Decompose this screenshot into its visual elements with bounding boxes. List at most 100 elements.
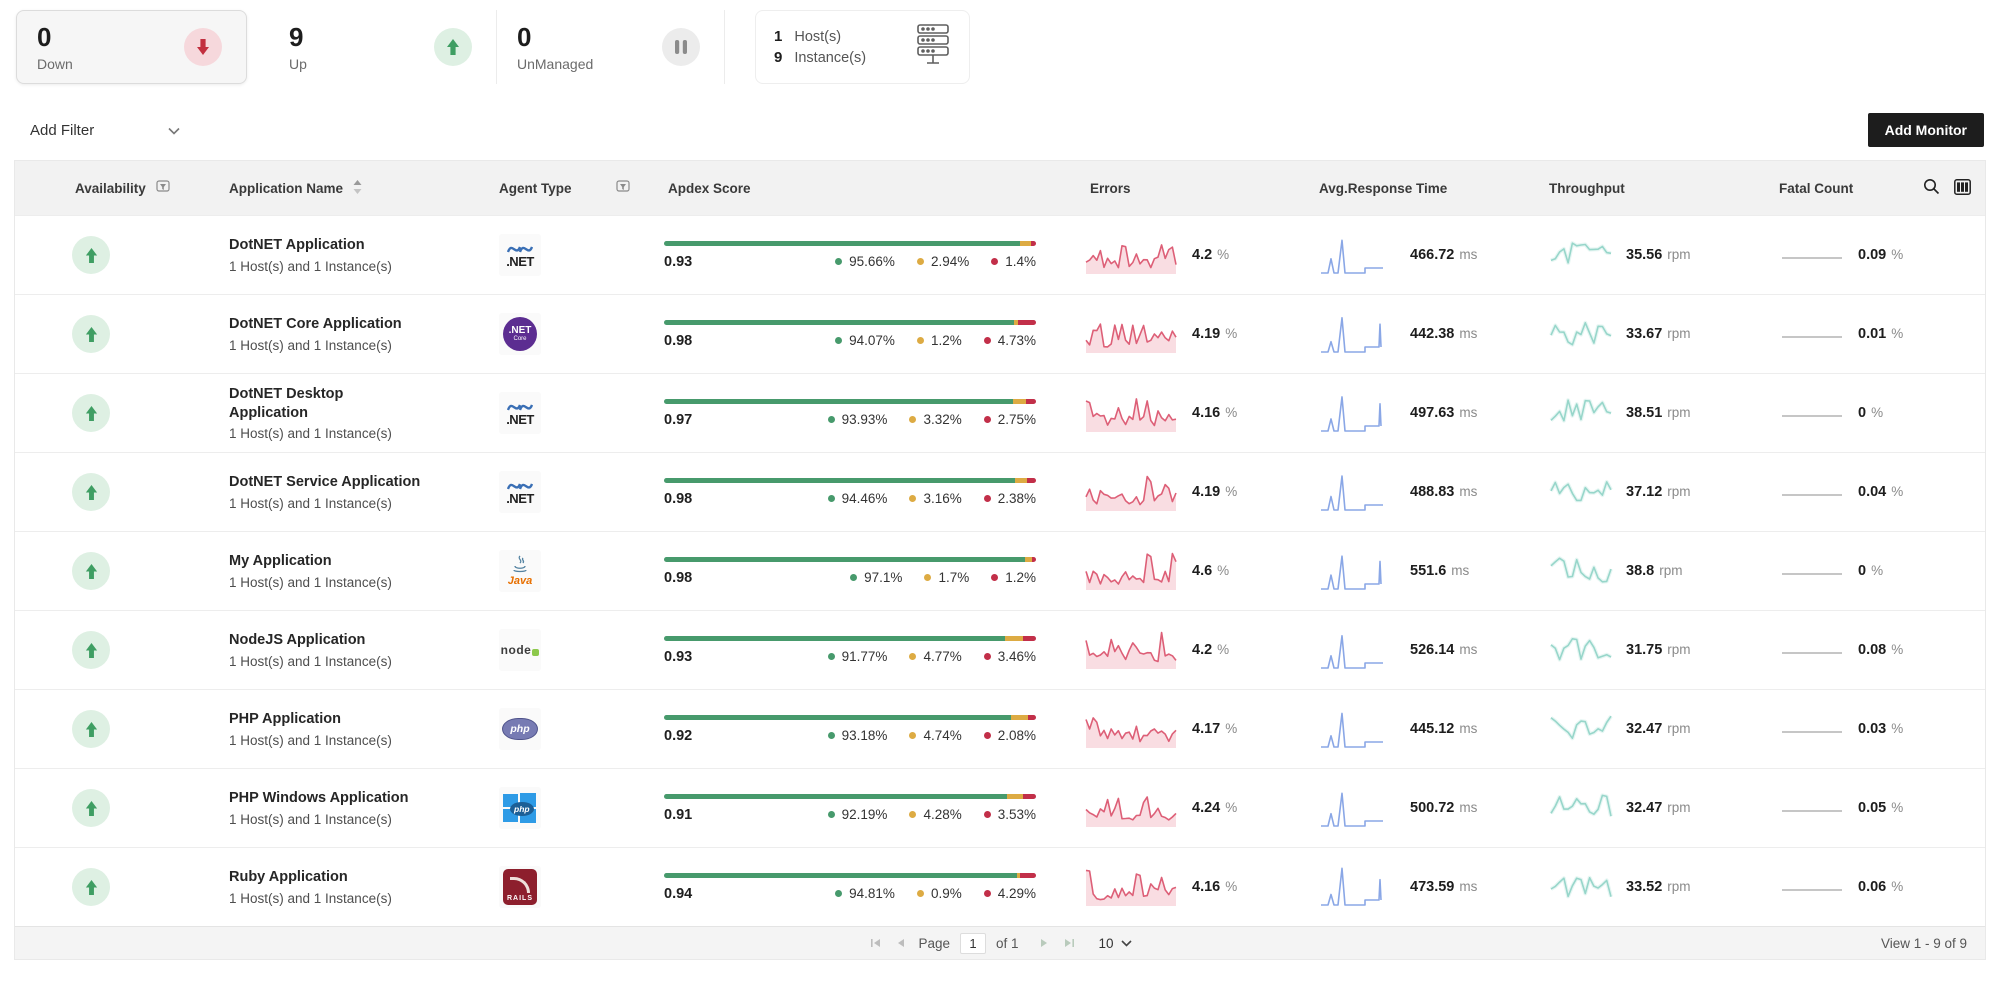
table-row[interactable]: NodeJS Application 1 Host(s) and 1 Insta… <box>15 610 1985 689</box>
page-size-select[interactable]: 10 <box>1099 936 1132 951</box>
application-name[interactable]: Ruby Application <box>229 868 499 886</box>
card-up[interactable]: 9 Up <box>269 10 497 84</box>
filter-icon[interactable] <box>156 179 170 197</box>
application-name[interactable]: PHP Windows Application <box>229 789 499 807</box>
apdex-score: 0.93 <box>664 648 693 665</box>
apdex-satisfied-segment <box>664 635 1006 641</box>
application-name[interactable]: PHP Application <box>229 710 499 728</box>
frustrated-dot-icon <box>983 653 991 660</box>
table-row[interactable]: PHP Windows Application 1 Host(s) and 1 … <box>15 768 1985 847</box>
last-page-button[interactable] <box>1061 936 1077 950</box>
tolerating-dot-icon <box>909 416 917 423</box>
response-sparkline <box>1321 396 1382 432</box>
page-number-input[interactable] <box>959 932 986 954</box>
col-apdex-score[interactable]: Apdex Score <box>664 181 1084 196</box>
add-monitor-button[interactable]: Add Monitor <box>1867 113 1984 147</box>
fatal-sparkline <box>1782 336 1842 338</box>
apdex-bar <box>664 872 1036 878</box>
errors-unit: % <box>1225 326 1238 341</box>
application-name[interactable]: NodeJS Application <box>229 631 499 649</box>
table-row[interactable]: DotNET Desktop Application 1 Host(s) and … <box>15 373 1985 452</box>
errors-cell: 4.16% <box>1084 864 1319 910</box>
table-row[interactable]: Ruby Application 1 Host(s) and 1 Instanc… <box>15 847 1985 926</box>
apdex-satisfied-legend: 97.1% <box>850 570 902 585</box>
response-value: 445.12 <box>1410 721 1455 737</box>
apdex-bar <box>664 319 1036 325</box>
availability-up-icon <box>72 236 110 274</box>
fatal-cell: 0% <box>1779 548 1919 594</box>
apdex-score: 0.91 <box>664 806 693 823</box>
frustrated-dot-icon <box>983 416 991 423</box>
frustrated-value: 4.73% <box>997 333 1036 348</box>
errors-cell: 4.19% <box>1084 469 1319 515</box>
card-unmanaged[interactable]: 0 UnManaged <box>497 10 725 84</box>
throughput-sparkline <box>1549 398 1612 423</box>
application-name[interactable]: DotNET Application <box>229 236 499 254</box>
apdex-satisfied-segment <box>664 477 1016 483</box>
response-cell: 526.14 ms <box>1319 625 1549 675</box>
hosts-row: 1 Host(s) <box>774 28 866 45</box>
table-row[interactable]: DotNET Core Application 1 Host(s) and 1 … <box>15 294 1985 373</box>
instances-row: 9 Instance(s) <box>774 49 866 66</box>
fatal-value: 0 <box>1858 405 1867 421</box>
col-availability[interactable]: Availability <box>15 179 229 197</box>
fatal-value: 0.05 <box>1858 800 1887 816</box>
errors-cell: 4.17% <box>1084 706 1319 752</box>
add-filter-dropdown[interactable]: Add Filter <box>30 122 180 139</box>
col-avg-response-time[interactable]: Avg.Response Time <box>1319 181 1549 196</box>
satisfied-dot-icon <box>827 732 835 739</box>
next-page-button[interactable] <box>1037 936 1051 950</box>
tolerating-value: 2.94% <box>930 254 970 269</box>
response-cell: 497.63 ms <box>1319 388 1549 438</box>
fatal-unit: % <box>1891 247 1904 262</box>
card-down[interactable]: 0 Down <box>16 10 247 84</box>
monitors-table: Availability Application Name Agent Type… <box>14 160 1986 960</box>
filter-icon[interactable] <box>616 179 630 197</box>
response-value: 466.72 <box>1410 247 1455 263</box>
apdex-bar <box>664 556 1036 562</box>
apdex-frustrated-segment <box>1030 240 1036 246</box>
availability-up-icon <box>72 552 110 590</box>
col-agent-type[interactable]: Agent Type <box>499 179 664 197</box>
col-errors[interactable]: Errors <box>1084 181 1319 196</box>
apdex-frustrated-legend: 2.75% <box>983 412 1036 427</box>
fatal-unit: % <box>1891 326 1904 341</box>
tolerating-dot-icon <box>909 653 917 660</box>
tolerating-value: 1.2% <box>930 333 962 348</box>
application-name[interactable]: DotNET Service Application <box>229 473 499 491</box>
errors-unit: % <box>1217 247 1230 262</box>
apdex-satisfied-segment <box>664 398 1014 404</box>
table-row[interactable]: DotNET Service Application 1 Host(s) and… <box>15 452 1985 531</box>
table-row[interactable]: My Application 1 Host(s) and 1 Instance(… <box>15 531 1985 610</box>
errors-value: 4.19 <box>1192 484 1221 500</box>
card-hosts[interactable]: 1 Host(s) 9 Instance(s) <box>755 10 970 84</box>
application-name[interactable]: My Application <box>229 552 499 570</box>
throughput-unit: rpm <box>1667 405 1691 420</box>
apdex-tolerating-legend: 4.77% <box>909 649 962 664</box>
sort-icon[interactable] <box>353 179 362 197</box>
apdex-frustrated-legend: 3.46% <box>983 649 1036 664</box>
col-throughput-label: Throughput <box>1549 180 1625 196</box>
application-name[interactable]: DotNET Desktop Application <box>229 385 499 421</box>
application-name[interactable]: DotNET Core Application <box>229 315 499 333</box>
first-page-button[interactable] <box>868 936 884 950</box>
response-sparkline <box>1321 475 1383 511</box>
dotnet-icon: .NET <box>499 392 541 434</box>
col-fatal-count[interactable]: Fatal Count <box>1779 181 1919 196</box>
search-icon[interactable] <box>1923 178 1940 198</box>
errors-sparkline <box>1085 869 1177 906</box>
tolerating-value: 3.32% <box>923 412 962 427</box>
apdex-cell: 0.93 91.77% 4.77% 3.46% <box>664 635 1084 665</box>
col-fatal-count-label: Fatal Count <box>1779 180 1854 196</box>
apdex-score: 0.98 <box>664 569 693 586</box>
apdex-frustrated-segment <box>1022 793 1036 799</box>
col-throughput[interactable]: Throughput <box>1549 181 1779 196</box>
table-row[interactable]: PHP Application 1 Host(s) and 1 Instance… <box>15 689 1985 768</box>
availability-up-icon <box>72 394 110 432</box>
satisfied-dot-icon <box>835 337 843 344</box>
col-application-name[interactable]: Application Name <box>229 179 499 197</box>
column-chooser-icon[interactable] <box>1954 178 1971 198</box>
table-row[interactable]: DotNET Application 1 Host(s) and 1 Insta… <box>15 215 1985 294</box>
previous-page-button[interactable] <box>894 936 908 950</box>
errors-sparkline <box>1085 717 1177 748</box>
